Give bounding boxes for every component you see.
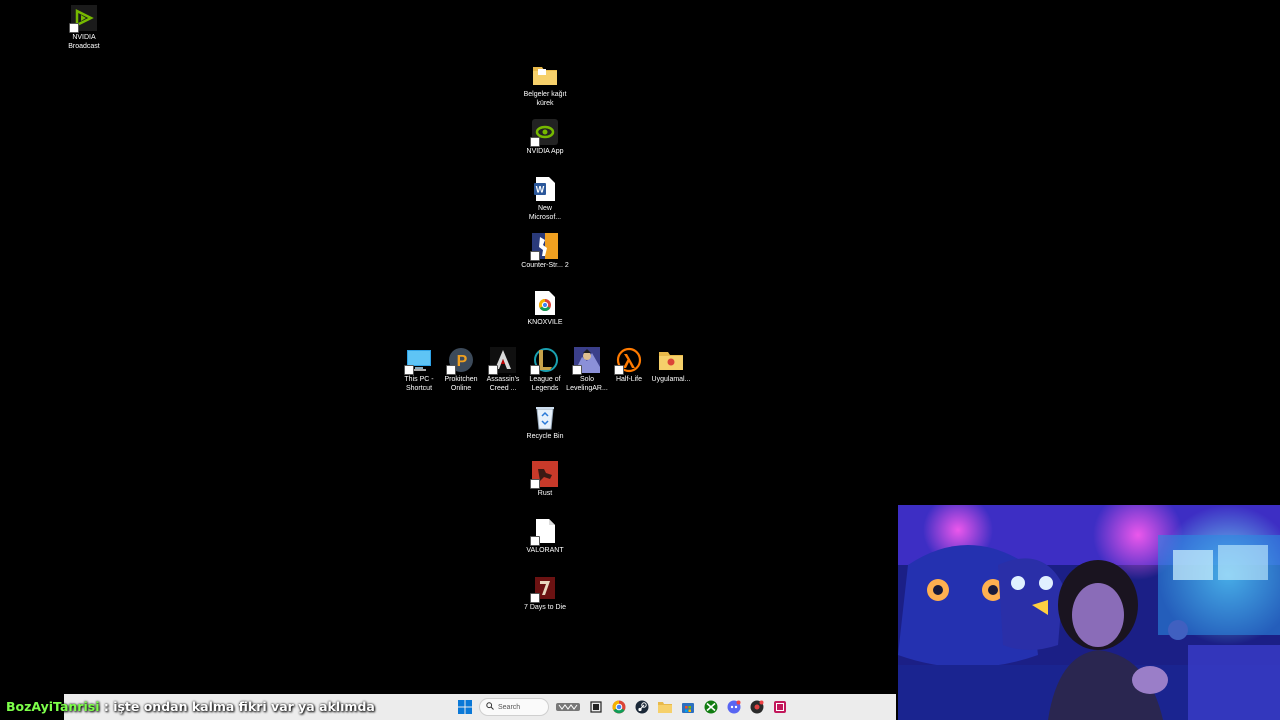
monitor-icon: [404, 347, 432, 375]
windows-start-icon[interactable]: [456, 698, 474, 716]
prokitchen-icon: P: [446, 347, 474, 375]
chat-text: işte ondan kalma fikri var ya aklımda: [113, 699, 375, 714]
shortcut-arrow-icon: [530, 479, 540, 489]
desktop-icon-label: Rust: [537, 490, 553, 497]
desktop-icon-recycle[interactable]: Recycle Bin: [524, 404, 566, 441]
desktop-icon-label: NVIDIA Broadcast: [68, 34, 100, 50]
webcam-overlay: [898, 505, 1280, 720]
folder-icon: [658, 347, 684, 373]
desktop-icon-half-life[interactable]: Half-Life: [608, 347, 650, 384]
desktop-icon-assassins[interactable]: Assassin's Creed ...: [482, 347, 524, 393]
desktop-icon-label: Solo LevelingAR...: [566, 376, 608, 392]
shortcut-arrow-icon: [404, 365, 414, 375]
desktop-icon-cs2[interactable]: Counter-Str... 2: [521, 233, 569, 270]
desktop-icon-label: New Microsof...: [528, 205, 562, 221]
widgets-icon[interactable]: [554, 698, 582, 716]
desktop-icon-new-word[interactable]: W New Microsof...: [524, 176, 566, 222]
desktop-icon-knoxvile[interactable]: KNOXVILE: [524, 290, 566, 327]
league-of-legends-icon: [530, 347, 558, 375]
desktop-icon-nvidia-app[interactable]: NVIDIA App: [524, 119, 566, 156]
file-explorer-icon[interactable]: [656, 698, 674, 716]
store-icon[interactable]: [679, 698, 697, 716]
desktop-icon-label: Belgeler kağıt kürek: [523, 91, 567, 107]
taskbar-center: Search: [456, 694, 789, 720]
chat-separator: :: [99, 699, 114, 714]
desktop-icon-solo[interactable]: Solo LevelingAR...: [566, 347, 608, 393]
chat-message: BozAyiTanrisi : işte ondan kalma fikri v…: [6, 699, 375, 714]
shortcut-arrow-icon: [530, 251, 540, 261]
desktop-icon-label: 7 Days to Die: [523, 604, 567, 611]
app-icon[interactable]: [748, 698, 766, 716]
discord-icon[interactable]: [725, 698, 743, 716]
desktop-icon-label: Assassin's Creed ...: [486, 376, 520, 392]
desktop-icon-nvidia-broadcast[interactable]: NVIDIA Broadcast: [63, 5, 105, 51]
svg-text:W: W: [536, 185, 545, 195]
shortcut-arrow-icon: [69, 23, 79, 33]
desktop-icon-label: This PC - Shortcut: [404, 376, 434, 392]
desktop-icon-label: Uygulamal...: [651, 376, 691, 383]
desktop: NVIDIA Broadcast Belgeler kağıt kürek NV…: [0, 0, 1280, 720]
folder-icon: [532, 62, 558, 88]
assassins-creed-icon: [488, 347, 516, 375]
solo-leveling-icon: [572, 347, 600, 375]
desktop-icon-prokitchen[interactable]: P Prokitchen Online: [440, 347, 482, 393]
shortcut-arrow-icon: [446, 365, 456, 375]
steam-icon[interactable]: [633, 698, 651, 716]
desktop-icon-label: VALORANT: [526, 547, 564, 554]
shortcut-arrow-icon: [614, 365, 624, 375]
taskbar-search-input[interactable]: Search: [479, 698, 549, 716]
desktop-icon-label: Half-Life: [615, 376, 643, 383]
xbox-icon[interactable]: [702, 698, 720, 716]
svg-text:P: P: [457, 353, 468, 370]
recycle-bin-icon: [532, 404, 558, 430]
task-view-icon[interactable]: [587, 698, 605, 716]
shortcut-arrow-icon: [488, 365, 498, 375]
half-life-icon: [614, 347, 642, 375]
desktop-icon-this-pc[interactable]: This PC - Shortcut: [398, 347, 440, 393]
media-icon[interactable]: [771, 698, 789, 716]
desktop-icon-label: Recycle Bin: [526, 433, 564, 440]
search-placeholder: Search: [498, 703, 521, 711]
seven-days-icon: [530, 575, 558, 603]
shortcut-arrow-icon: [530, 365, 540, 375]
nvidia-app-icon: [530, 119, 558, 147]
shortcut-arrow-icon: [530, 137, 540, 147]
blank-file-icon: [530, 518, 558, 546]
desktop-icon-7days[interactable]: 7 Days to Die: [524, 575, 566, 612]
desktop-icon-uygulama[interactable]: Uygulamal...: [650, 347, 692, 384]
desktop-icon-valorant[interactable]: VALORANT: [524, 518, 566, 555]
shortcut-arrow-icon: [530, 593, 540, 603]
desktop-icon-lol[interactable]: League of Legends: [524, 347, 566, 393]
webcam-scene: [898, 505, 1280, 720]
nvidia-broadcast-icon: [69, 5, 97, 33]
search-icon: [486, 702, 494, 712]
chrome-file-icon: [532, 290, 558, 316]
shortcut-arrow-icon: [572, 365, 582, 375]
chat-username: BozAyiTanrisi: [6, 699, 100, 714]
desktop-icon-label: KNOXVILE: [527, 319, 563, 326]
desktop-icon-label: Counter-Str... 2: [521, 262, 569, 269]
counter-strike-icon: [530, 233, 558, 261]
desktop-icon-rust[interactable]: Rust: [524, 461, 566, 498]
desktop-icon-label: Prokitchen Online: [444, 376, 478, 392]
desktop-icon-label: NVIDIA App: [526, 148, 564, 155]
shortcut-arrow-icon: [530, 536, 540, 546]
chrome-icon[interactable]: [610, 698, 628, 716]
desktop-icon-label: League of Legends: [529, 376, 561, 392]
rust-icon: [530, 461, 558, 489]
word-document-icon: W: [532, 176, 558, 202]
desktop-icon-belgeler[interactable]: Belgeler kağıt kürek: [524, 62, 566, 108]
